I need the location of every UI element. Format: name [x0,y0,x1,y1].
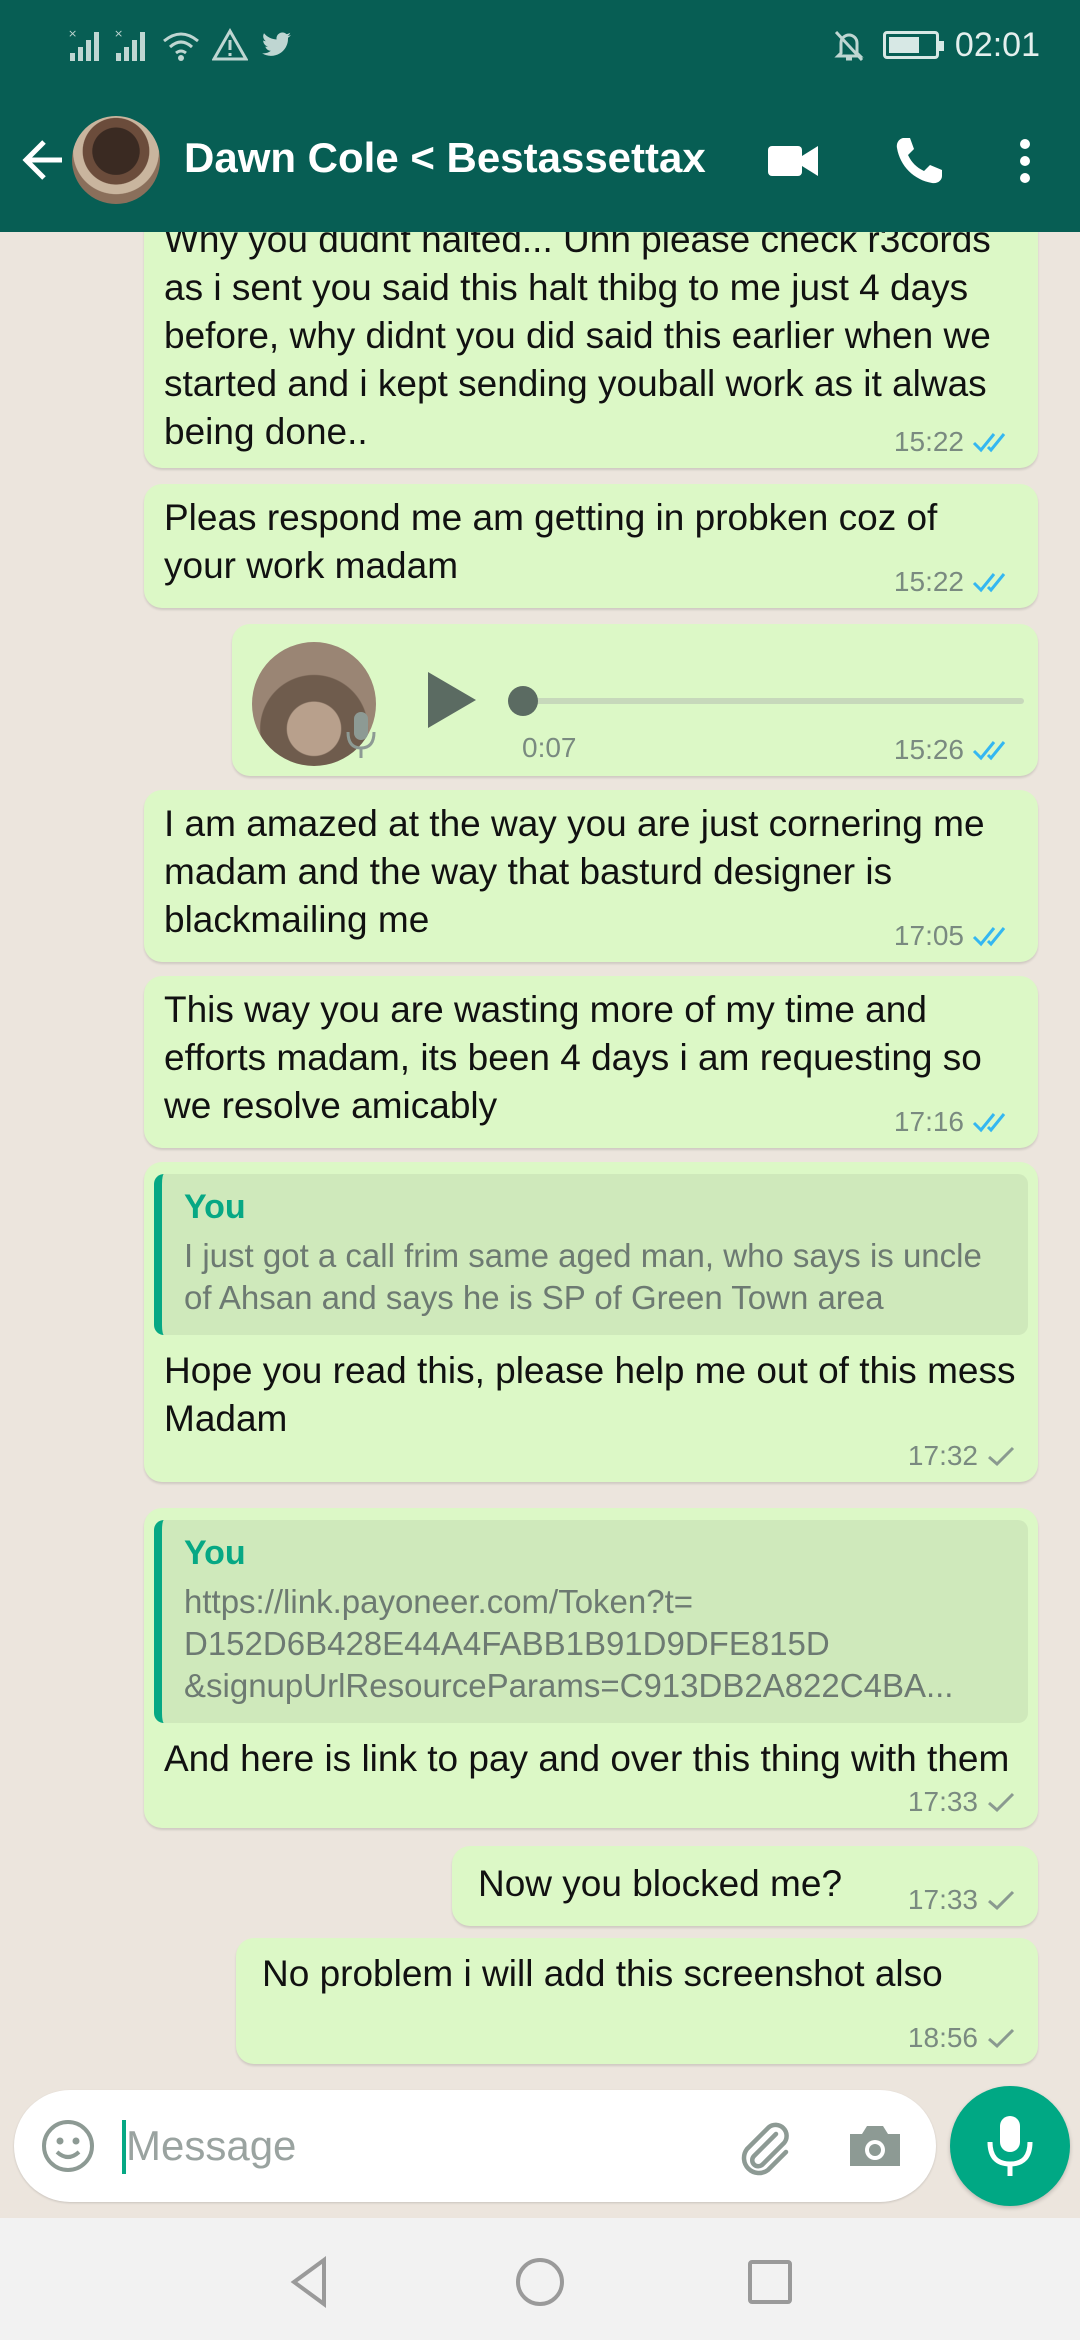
nav-back-icon[interactable] [280,2252,340,2312]
message-meta: 17:05 [894,920,1016,952]
reply-message-bubble[interactable]: You https://link.payoneer.com/Token?t= D… [144,1508,1038,1828]
voice-record-button[interactable] [950,2086,1070,2206]
video-call-icon[interactable] [762,130,824,192]
message-input[interactable] [126,2110,686,2182]
message-time: 17:33 [907,1884,978,1915]
svg-text:×: × [114,27,123,40]
read-ticks-icon [972,927,1006,947]
status-left: × × [68,22,294,68]
camera-icon[interactable] [844,2116,906,2176]
attach-icon[interactable] [732,2114,796,2178]
message-composer [14,2090,936,2202]
sent-tick-icon [988,1890,1015,1911]
message-bubble[interactable]: Now you blocked me? 17:33 [452,1846,1038,1926]
chat-area[interactable]: Why you dudnt halted... Uhh please check… [0,232,1080,2084]
contact-avatar[interactable] [72,116,160,204]
warning-icon [212,27,248,61]
quoted-message[interactable]: You https://link.payoneer.com/Token?t= D… [154,1520,1028,1723]
message-bubble[interactable]: Pleas respond me am getting in probken c… [144,484,1038,608]
message-text: Why you dudnt halted... Uhh please check… [164,232,991,452]
message-meta: 18:56 [908,2022,1016,2054]
message-bubble[interactable]: No problem i will add this screenshot al… [236,1938,1038,2064]
signal-icon: × [114,27,145,61]
quote-author: You [184,1534,246,1572]
message-meta: 17:33 [908,1786,1016,1818]
signal-icon: × [68,27,99,61]
quote-text: I just got a call frim same aged man, wh… [184,1237,982,1316]
voice-duration: 0:07 [522,732,577,763]
quote-text: https://link.payoneer.com/Token?t= D152D… [184,1583,954,1704]
nav-recents-icon[interactable] [740,2252,800,2312]
contact-name[interactable]: Dawn Cole < Bestassettax [184,134,706,182]
read-ticks-icon [972,741,1006,761]
message-time: 17:16 [893,1106,964,1137]
more-vert-icon[interactable] [1010,130,1040,192]
message-time: 18:56 [907,2022,978,2053]
message-bubble[interactable]: I am amazed at the way you are just corn… [144,790,1038,962]
message-meta: 15:22 [894,566,1016,598]
voice-message-bubble[interactable]: 0:07 15:26 [232,624,1038,776]
back-arrow-icon[interactable] [18,132,68,188]
message-meta: 15:26 [894,734,1016,766]
sent-tick-icon [988,1446,1015,1467]
status-time: 02:01 [954,25,1040,64]
mute-icon [834,30,864,62]
message-bubble[interactable]: This way you are wasting more of my time… [144,976,1038,1148]
message-time: 17:33 [907,1786,978,1817]
wifi-icon [163,32,199,61]
system-nav-bar [0,2218,1080,2340]
sent-tick-icon [988,1792,1015,1813]
quoted-message[interactable]: You I just got a call frim same aged man… [154,1174,1028,1335]
read-ticks-icon [972,433,1006,453]
message-time: 17:32 [907,1440,978,1471]
message-time: 15:22 [893,426,964,457]
phone-icon[interactable] [888,130,950,192]
sent-tick-icon [988,2028,1015,2049]
emoji-icon[interactable] [38,2116,98,2176]
mic-icon [987,2116,1033,2176]
message-time: 15:26 [893,734,964,765]
nav-home-icon[interactable] [510,2252,570,2312]
read-ticks-icon [972,1113,1006,1133]
chat-header: Dawn Cole < Bestassettax [0,90,1080,232]
twitter-icon [262,32,291,56]
read-ticks-icon [972,573,1006,593]
message-meta: 17:32 [908,1440,1016,1472]
message-text: Hope you read this, please help me out o… [164,1350,1016,1439]
message-text: No problem i will add this screenshot al… [262,1953,943,1994]
message-meta: 17:16 [894,1106,1016,1138]
message-meta: 17:33 [908,1884,1016,1916]
battery-icon [882,31,944,59]
message-bubble[interactable]: Why you dudnt halted... Uhh please check… [144,232,1038,468]
voice-progress-track[interactable] [520,698,1024,704]
message-meta: 15:22 [894,426,1016,458]
voice-progress-handle[interactable] [508,686,538,716]
reply-message-bubble[interactable]: You I just got a call frim same aged man… [144,1162,1038,1482]
svg-text:×: × [68,27,77,40]
quote-author: You [184,1188,246,1226]
status-bar: × × 02:01 [0,0,1080,90]
message-time: 15:22 [893,566,964,597]
status-right: 02:01 [831,22,1040,68]
message-text: And here is link to pay and over this th… [164,1738,1010,1779]
play-icon[interactable] [422,668,480,732]
mic-icon [346,712,376,758]
message-time: 17:05 [893,920,964,951]
